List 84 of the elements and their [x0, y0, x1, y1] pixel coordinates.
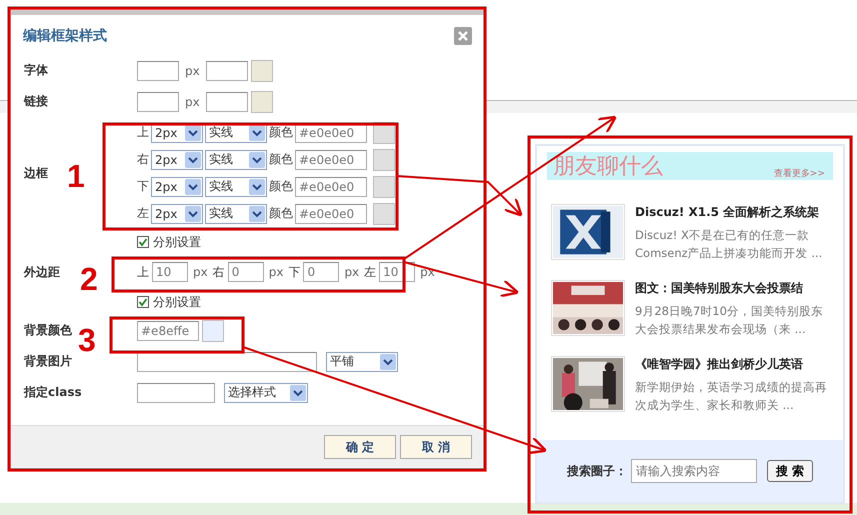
color-label: 颜色 — [269, 178, 293, 195]
caret-icon — [185, 178, 201, 194]
side-label: 右 — [137, 151, 149, 168]
color-swatch[interactable] — [373, 176, 395, 198]
color-swatch[interactable] — [373, 202, 395, 224]
input-field[interactable] — [137, 60, 179, 80]
unit-label: px — [343, 265, 360, 279]
input-field[interactable] — [206, 92, 248, 112]
side-label: 上 — [137, 124, 149, 141]
search-field[interactable]: 请输入搜索内容 — [631, 459, 757, 483]
field-label: 边框 — [24, 164, 48, 182]
unit-label: px — [268, 265, 284, 279]
unit-label: px — [192, 265, 209, 279]
annotation-number: 3 — [78, 324, 96, 356]
dialog-title: 编辑框架样式 — [23, 27, 107, 45]
dropdown[interactable]: 选择样式 — [224, 382, 308, 402]
input-field[interactable]: #e0e0e0 — [295, 150, 367, 170]
article-title[interactable]: 《唯智学园》推出剑桥少儿英语 — [635, 356, 831, 373]
caret-icon — [380, 354, 396, 370]
input-field[interactable] — [137, 382, 215, 402]
unit-label: px — [419, 265, 436, 279]
side-label: 左 — [137, 205, 149, 222]
side-label: 右 — [212, 264, 225, 280]
dropdown[interactable]: 实线 — [205, 176, 267, 196]
caret-icon — [185, 152, 201, 168]
field-label: 背景颜色 — [24, 322, 72, 339]
color-swatch[interactable] — [250, 60, 273, 82]
color-swatch[interactable] — [373, 148, 395, 170]
caret-icon — [249, 206, 265, 222]
article-summary: Discuz! X不是在已有的任意一款Comsenz产品上拼凑功能而开发 ... — [635, 227, 824, 262]
checkbox-icon — [137, 296, 149, 308]
article-summary: 9月28日晚7时10分，国美特别股东大会投票结果发布会现场（来 ... — [635, 303, 824, 338]
color-swatch[interactable] — [250, 90, 273, 112]
article-summary: 新学期伊始，英语学习成绩的提高再次成为学生、家长和教师关 ... — [635, 379, 828, 414]
field-label: 字体 — [24, 62, 48, 79]
search-label: 搜索圈子： — [567, 462, 627, 480]
checkbox[interactable]: 分别设置 — [137, 234, 201, 250]
input-field[interactable]: 0 — [228, 262, 264, 282]
cancel-button[interactable]: 取 消 — [400, 435, 472, 459]
checkbox-icon — [137, 236, 149, 248]
color-label: 颜色 — [269, 205, 293, 222]
field-label: 指定class — [24, 384, 82, 401]
dropdown[interactable]: 2px — [151, 204, 203, 224]
color-swatch[interactable] — [202, 320, 224, 342]
caret-icon — [185, 206, 201, 222]
banner-heading: 朋友聊什么 — [553, 154, 663, 180]
confirm-button[interactable]: 确 定 — [324, 435, 396, 459]
side-label: 上 — [137, 264, 149, 280]
article-title[interactable]: 图文：国美特别股东大会投票结 — [635, 280, 831, 297]
input-field[interactable] — [137, 92, 179, 112]
article-title[interactable]: Discuz! X1.5 全面解析之系统架 — [635, 204, 831, 221]
search-button[interactable]: 搜 索 — [767, 460, 813, 482]
dropdown[interactable]: 2px — [151, 176, 203, 196]
caret-icon — [249, 178, 265, 194]
input-field[interactable] — [206, 60, 248, 80]
checkbox[interactable]: 分别设置 — [137, 294, 201, 310]
dropdown[interactable]: 2px — [151, 150, 203, 170]
caret-icon — [185, 124, 201, 140]
input-field[interactable]: #e0e0e0 — [295, 204, 367, 224]
field-label: 背景图片 — [24, 353, 72, 370]
caret-icon — [249, 152, 265, 168]
side-label: 左 — [364, 264, 376, 280]
field-label: 链接 — [24, 93, 48, 110]
color-label: 颜色 — [269, 124, 293, 141]
unit-label: px — [184, 94, 201, 108]
side-label: 下 — [288, 264, 300, 280]
close-button[interactable] — [454, 27, 472, 45]
input-field[interactable] — [137, 352, 317, 372]
caret-icon — [249, 124, 265, 140]
caret-icon — [290, 384, 306, 400]
dropdown[interactable]: 平铺 — [326, 352, 398, 372]
unit-label: px — [184, 64, 201, 78]
side-label: 下 — [137, 178, 149, 195]
annotation-number: 2 — [80, 263, 98, 295]
close-icon — [458, 31, 468, 41]
color-label: 颜色 — [269, 151, 293, 168]
input-field[interactable]: #e8effe — [137, 320, 199, 340]
input-field[interactable]: #e0e0e0 — [295, 176, 367, 196]
annotation-number: 1 — [67, 160, 85, 192]
dropdown[interactable]: 实线 — [205, 204, 267, 224]
dropdown[interactable]: 实线 — [205, 150, 267, 170]
input-field[interactable]: 0 — [303, 262, 340, 282]
field-label: 外边距 — [24, 264, 60, 280]
input-field[interactable]: 10 — [152, 262, 188, 282]
